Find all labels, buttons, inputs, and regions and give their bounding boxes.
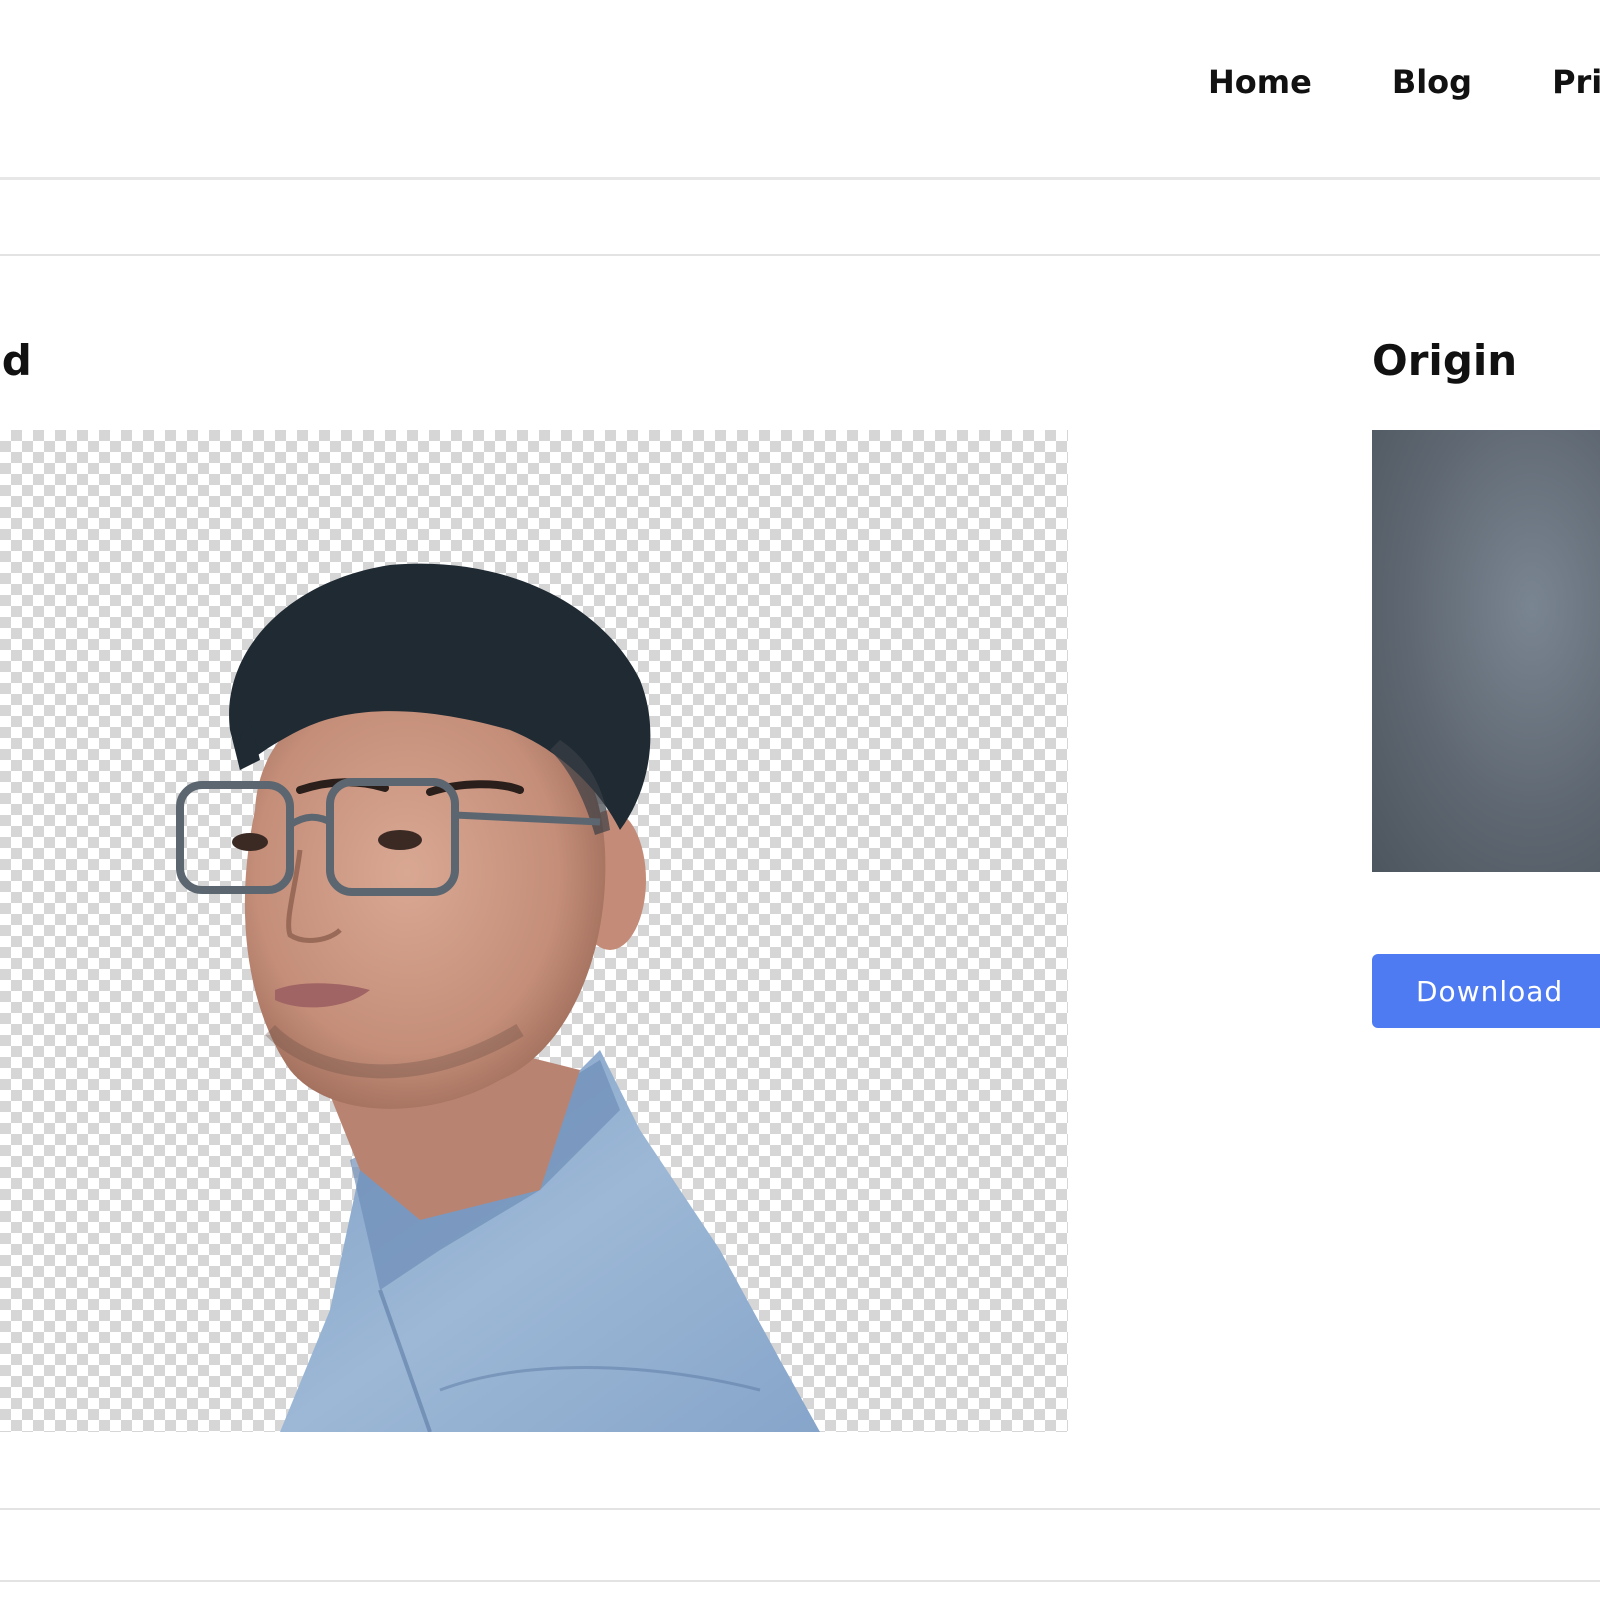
nav-pricing-link[interactable]: Pri — [1552, 66, 1600, 98]
person-cutout-image — [176, 563, 820, 1432]
result-image-panel — [0, 430, 1068, 1432]
result-title: und — [0, 336, 32, 385]
nav-home-link[interactable]: Home — [1208, 66, 1312, 98]
origin-title: Origin — [1372, 336, 1518, 385]
site-header: Home Blog Pri — [0, 0, 1600, 180]
bottom-divider — [0, 1580, 1600, 1582]
main-nav: Home Blog Pri — [1208, 66, 1600, 98]
origin-image-preview — [1372, 430, 1600, 872]
page: Home Blog Pri und Origin — [0, 0, 1600, 1600]
footer-divider — [0, 1508, 1600, 1510]
toolbar-divider-top — [0, 254, 1600, 256]
download-button[interactable]: Download — [1372, 954, 1600, 1028]
nav-blog-link[interactable]: Blog — [1392, 66, 1472, 98]
